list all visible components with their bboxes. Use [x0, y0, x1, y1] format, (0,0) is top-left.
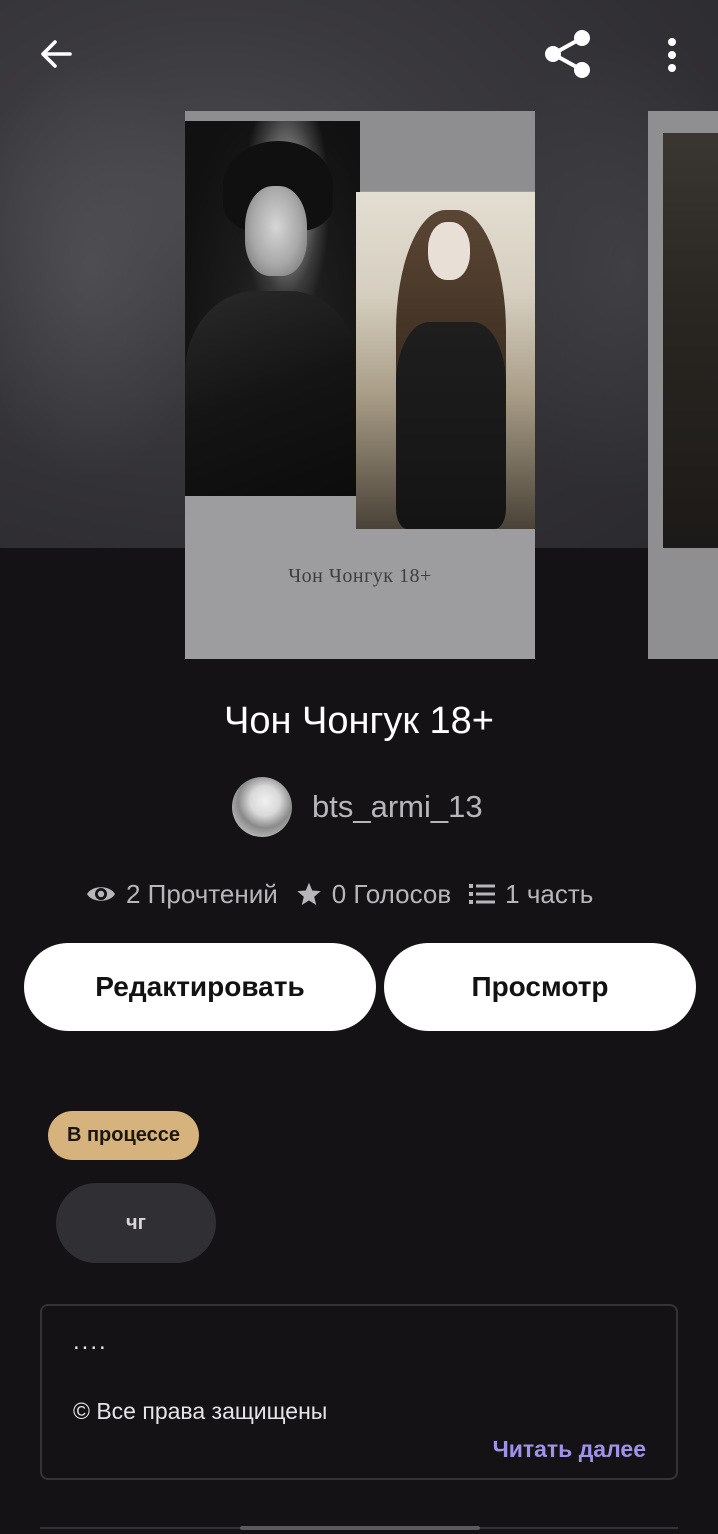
description-text: .... — [73, 1328, 108, 1355]
description-box: .... © Все права защищены Читать далее — [40, 1304, 678, 1480]
back-button[interactable] — [28, 30, 84, 78]
tag-chip[interactable]: чг — [56, 1183, 216, 1263]
photo-dress — [396, 322, 506, 529]
next-cover-image — [663, 133, 718, 548]
cover-photo-man — [185, 121, 360, 496]
share-button[interactable] — [538, 26, 598, 82]
cover-title: Чон Чонгук 18+ — [288, 565, 432, 587]
star-icon — [297, 882, 321, 906]
eye-icon — [87, 887, 115, 901]
edit-button[interactable]: Редактировать — [24, 943, 376, 1031]
avatar — [232, 777, 292, 837]
share-icon — [545, 30, 590, 78]
parts-stat: 1 часть — [469, 879, 593, 910]
story-cover[interactable]: Чон Чонгук 18+ — [185, 111, 535, 659]
read-more-link[interactable]: Читать далее — [493, 1436, 646, 1463]
cover-photo-woman — [356, 192, 535, 529]
more-vertical-icon — [668, 38, 676, 72]
arrow-left-icon — [41, 40, 72, 68]
author-name: bts_armi_13 — [312, 789, 483, 824]
reads-count: 2 Прочтений — [126, 878, 278, 909]
story-stats: 2 Прочтений 0 Голосов 1 часть — [86, 872, 593, 916]
photo-face — [428, 222, 470, 280]
author-link[interactable]: bts_armi_13 — [232, 776, 483, 838]
next-story-cover[interactable] — [648, 111, 718, 659]
list-icon — [469, 884, 496, 904]
scroll-handle[interactable] — [240, 1526, 480, 1530]
preview-button[interactable]: Просмотр — [384, 943, 696, 1031]
parts-count: 1 часть — [505, 878, 594, 909]
status-badge: В процессе — [48, 1111, 199, 1160]
story-title: Чон Чонгук 18+ — [224, 700, 494, 742]
photo-face — [245, 186, 307, 276]
photo-jacket — [185, 291, 360, 496]
reads-stat: 2 Прочтений — [86, 879, 278, 910]
votes-stat: 0 Голосов — [296, 879, 451, 910]
votes-count: 0 Голосов — [331, 878, 452, 909]
more-options-button[interactable] — [650, 30, 694, 80]
copyright-text: © Все права защищены — [73, 1398, 328, 1424]
